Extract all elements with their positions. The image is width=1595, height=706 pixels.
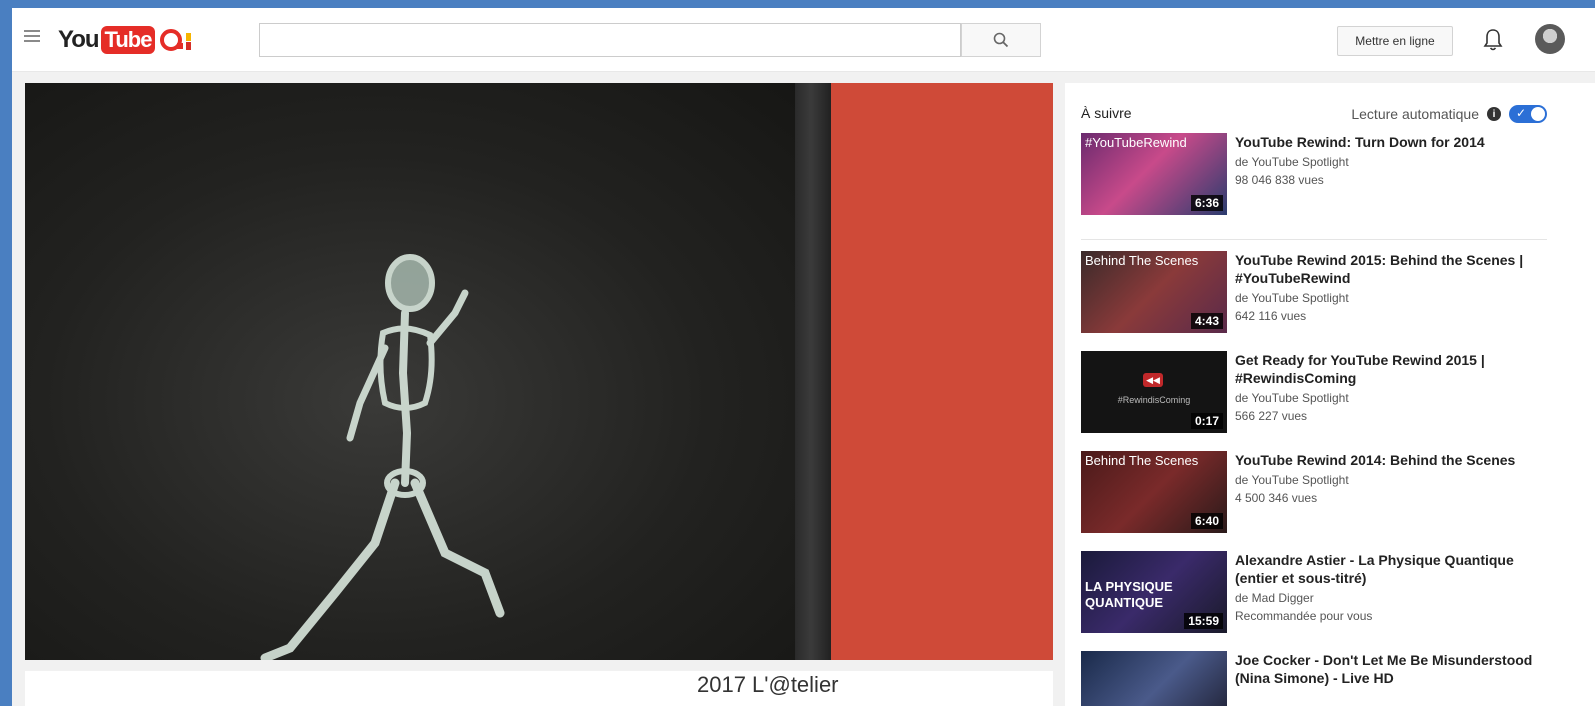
- video-channel: de YouTube Spotlight: [1235, 473, 1349, 487]
- thumbnail-caption: Behind The Scenes: [1085, 453, 1199, 468]
- thumbnail-caption: #RewindisComing: [1117, 395, 1191, 405]
- duration-badge: 6:36: [1190, 195, 1223, 211]
- video-thumbnail: LA PHYSIQUE QUANTIQUE 15:59: [1081, 551, 1227, 633]
- video-frame-edge: [795, 83, 835, 660]
- video-channel: de YouTube Spotlight: [1235, 291, 1349, 305]
- autoplay-label: Lecture automatique: [1351, 106, 1479, 122]
- video-info-bar: [25, 671, 1053, 706]
- avatar[interactable]: [1535, 24, 1565, 54]
- up-next-label: À suivre: [1081, 105, 1132, 121]
- thumbnail-caption: Behind The Scenes: [1085, 253, 1199, 268]
- video-title: Joe Cocker - Don't Let Me Be Misundersto…: [1235, 652, 1533, 686]
- search-button[interactable]: [961, 23, 1041, 57]
- logo-text-tube: Tube: [100, 26, 156, 54]
- related-video[interactable]: LA PHYSIQUE QUANTIQUE 15:59 Alexandre As…: [1081, 551, 1551, 633]
- thumbnail-caption: #YouTubeRewind: [1085, 135, 1187, 150]
- video-title: YouTube Rewind 2015: Behind the Scenes |…: [1235, 252, 1524, 286]
- related-video[interactable]: Behind The Scenes 4:43 YouTube Rewind 20…: [1081, 251, 1551, 333]
- autoplay-toggle[interactable]: ✓: [1509, 105, 1547, 123]
- video-title: Alexandre Astier - La Physique Quantique…: [1235, 552, 1514, 586]
- video-views: 642 116 vues: [1235, 309, 1307, 323]
- autoplay-control: Lecture automatique i ✓: [1351, 105, 1547, 123]
- related-video[interactable]: Behind The Scenes 6:40 YouTube Rewind 20…: [1081, 451, 1551, 533]
- info-icon[interactable]: i: [1487, 107, 1501, 121]
- video-title: YouTube Rewind 2014: Behind the Scenes: [1235, 452, 1516, 468]
- video-channel: de Mad Digger: [1235, 591, 1314, 605]
- masthead: You Tube Mettre en ligne: [12, 8, 1595, 72]
- upload-button[interactable]: Mettre en ligne: [1337, 26, 1453, 56]
- bell-icon[interactable]: [1482, 28, 1504, 52]
- duration-badge: 15:59: [1184, 613, 1223, 629]
- video-views: Recommandée pour vous: [1235, 609, 1373, 623]
- logo-text-you: You: [58, 26, 100, 53]
- video-views: 566 227 vues: [1235, 409, 1308, 423]
- duration-badge: 6:40: [1190, 513, 1223, 529]
- up-next-video[interactable]: #YouTubeRewind 6:36 YouTube Rewind: Turn…: [1081, 133, 1551, 215]
- watermark-text: 2017 L'@telier: [697, 672, 839, 697]
- video-views: 4 500 346 vues: [1235, 491, 1318, 505]
- video-thumbnail: #YouTubeRewind 6:36: [1081, 133, 1227, 215]
- video-channel: de YouTube Spotlight: [1235, 391, 1349, 405]
- thumbnail-caption: LA PHYSIQUE QUANTIQUE: [1085, 579, 1173, 610]
- duration-badge: 0:17: [1190, 413, 1223, 429]
- video-title: Get Ready for YouTube Rewind 2015 | #Rew…: [1235, 352, 1485, 386]
- search-icon: [993, 32, 1009, 48]
- browser-frame: You Tube Mettre en ligne À suivre Lectur…: [12, 8, 1595, 706]
- video-title: YouTube Rewind: Turn Down for 2014: [1235, 134, 1485, 150]
- video-thumbnail: Behind The Scenes 6:40: [1081, 451, 1227, 533]
- divider: [1081, 239, 1547, 240]
- up-next-sidebar: À suivre Lecture automatique i ✓ #YouTub…: [1065, 83, 1595, 706]
- video-channel: de YouTube Spotlight: [1235, 155, 1349, 169]
- xray-skeleton-image: [260, 254, 505, 660]
- video-views: 98 046 838 vues: [1235, 173, 1324, 187]
- video-player[interactable]: [25, 83, 1053, 660]
- related-video[interactable]: Joe Cocker - Don't Let Me Be Misundersto…: [1081, 651, 1551, 706]
- video-thumbnail: ◀◀ #RewindisComing 0:17: [1081, 351, 1227, 433]
- youtube-logo[interactable]: You Tube: [58, 22, 193, 58]
- up-next-header: À suivre Lecture automatique i ✓: [1081, 105, 1547, 125]
- video-thumbnail: [1081, 651, 1227, 706]
- related-video[interactable]: ◀◀ #RewindisComing 0:17 Get Ready for Yo…: [1081, 351, 1551, 433]
- video-frame-red-panel: [831, 83, 1053, 660]
- search-input[interactable]: [259, 23, 961, 57]
- video-thumbnail: Behind The Scenes 4:43: [1081, 251, 1227, 333]
- rewind-icon: ◀◀: [1143, 373, 1163, 387]
- doodle-icon: [159, 27, 193, 53]
- hamburger-menu-icon[interactable]: [24, 30, 40, 44]
- toggle-knob: [1531, 107, 1545, 121]
- duration-badge: 4:43: [1190, 313, 1223, 329]
- check-icon: ✓: [1516, 106, 1527, 120]
